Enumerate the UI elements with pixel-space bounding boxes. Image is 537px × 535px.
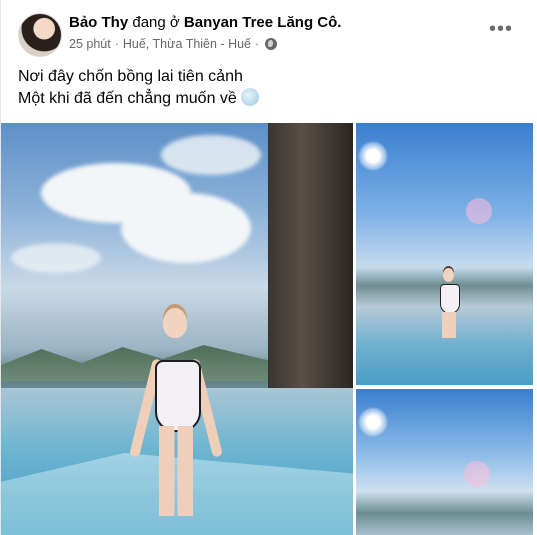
- author-line: Bảo Thy đang ở Banyan Tree Lăng Cô.: [69, 14, 341, 31]
- post-header: Bảo Thy đang ở Banyan Tree Lăng Cô. 25 p…: [1, 0, 537, 62]
- facebook-post-card: Bảo Thy đang ở Banyan Tree Lăng Cô. 25 p…: [0, 0, 537, 535]
- globe-icon[interactable]: [265, 38, 278, 50]
- wave-emoji-icon: [240, 88, 259, 106]
- more-options-icon[interactable]: •••: [489, 18, 513, 41]
- mountains: [1, 345, 271, 381]
- meta-separator-2: ·: [255, 37, 260, 51]
- post-text: Nơi đây chốn bồng lai tiên cảnh Một khi …: [18, 66, 259, 110]
- photo-bottom-right[interactable]: [356, 389, 533, 535]
- head: [163, 308, 187, 338]
- swimsuit: [440, 284, 460, 314]
- author-avatar[interactable]: [18, 13, 62, 57]
- photo-grid: [1, 123, 537, 535]
- cloud: [161, 135, 261, 175]
- lens-flare: [466, 198, 492, 224]
- photo-top-right[interactable]: [356, 123, 533, 385]
- villa-building: [268, 123, 353, 423]
- meta-separator: ·: [114, 37, 119, 51]
- legs: [159, 426, 193, 516]
- post-timestamp[interactable]: 25 phút: [69, 37, 111, 51]
- sun: [358, 407, 388, 437]
- sun: [358, 141, 388, 171]
- post-line-2-text: Một khi đã đến chẳng muốn về: [18, 90, 237, 107]
- swimsuit: [155, 360, 201, 432]
- woman-in-pool: [434, 268, 464, 338]
- post-meta: 25 phút · Huế, Thừa Thiên - Huế ·: [69, 37, 278, 51]
- post-line-2: Một khi đã đến chẳng muốn về: [18, 88, 259, 110]
- cloud: [11, 243, 101, 273]
- lens-flare: [464, 461, 490, 487]
- post-line-1: Nơi đây chốn bồng lai tiên cảnh: [18, 68, 243, 85]
- legs: [442, 312, 456, 338]
- checkin-verb: đang ở: [132, 14, 180, 31]
- author-name[interactable]: Bảo Thy: [69, 14, 128, 31]
- photo-main[interactable]: [1, 123, 353, 535]
- cloud: [121, 193, 251, 263]
- checkin-location[interactable]: Banyan Tree Lăng Cô.: [184, 14, 342, 31]
- post-place: Huế, Thừa Thiên - Huế: [122, 37, 252, 51]
- woman-in-swimsuit: [129, 308, 223, 523]
- head: [443, 268, 454, 282]
